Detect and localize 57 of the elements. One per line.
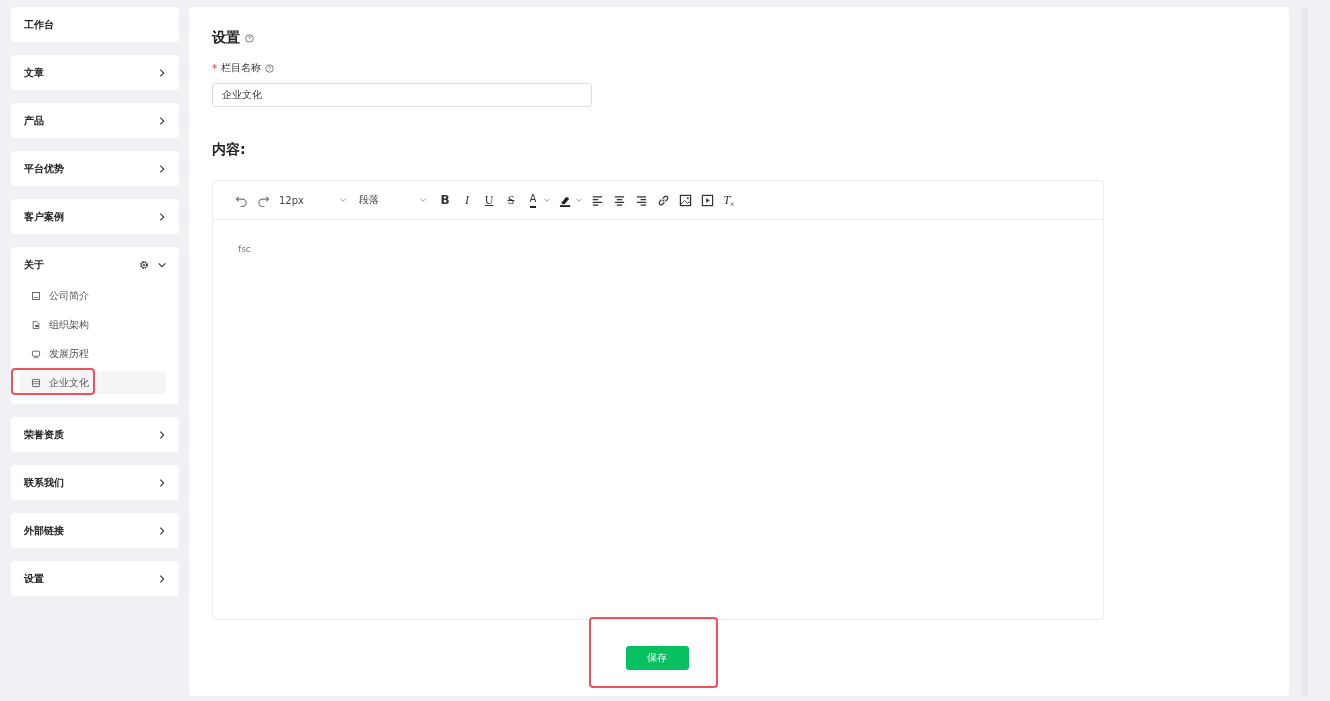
- align-right-icon: [634, 193, 648, 207]
- menu-item[interactable]: 客户案例: [24, 209, 149, 224]
- section-title: 内容:: [212, 141, 247, 159]
- caret-icon: [419, 196, 427, 204]
- menu-item[interactable]: 平台优势: [24, 161, 149, 176]
- name-field[interactable]: 企业文化: [212, 83, 592, 107]
- chevron-icon[interactable]: [157, 67, 167, 78]
- caret-icon: [543, 196, 551, 204]
- monitor-icon: [31, 348, 41, 359]
- menu-item[interactable]: 关于: [24, 257, 131, 272]
- menu-item[interactable]: 文章: [24, 65, 149, 80]
- help-icon: [245, 33, 254, 43]
- menu-item[interactable]: 联系我们: [24, 475, 149, 490]
- chevron-icon[interactable]: [157, 115, 167, 126]
- clear-format-button[interactable]: T×: [721, 191, 737, 209]
- section-title: 设置: [212, 29, 240, 47]
- chevron-icon[interactable]: [157, 573, 167, 584]
- menu-item[interactable]: 荣誉资质: [24, 427, 149, 442]
- underline-button[interactable]: U: [481, 191, 497, 209]
- help-icon: [265, 63, 274, 73]
- italic-button[interactable]: I: [459, 191, 475, 209]
- font-color-button[interactable]: A: [525, 191, 541, 209]
- menu-item[interactable]: 设置: [24, 571, 149, 586]
- toolbar-dropdown[interactable]: 段落: [357, 191, 431, 209]
- chevron-icon[interactable]: [157, 477, 167, 488]
- align-left-icon: [590, 193, 604, 207]
- align-center-icon: [612, 193, 626, 207]
- list-icon: [31, 377, 41, 388]
- strike-button[interactable]: S: [503, 191, 519, 209]
- bold-button[interactable]: B: [437, 191, 453, 209]
- caret-icon: [339, 196, 347, 204]
- toolbar-dropdown[interactable]: 12px: [277, 191, 351, 209]
- editor-text[interactable]: fsc: [238, 244, 251, 254]
- submenu-item[interactable]: 组织架构: [20, 313, 166, 336]
- chevron-icon[interactable]: [157, 211, 167, 222]
- submenu-item[interactable]: 发展历程: [20, 342, 166, 365]
- document-icon: [31, 290, 41, 301]
- gear-icon[interactable]: [139, 259, 149, 270]
- chevron-icon[interactable]: [157, 429, 167, 440]
- submenu-label: 发展历程: [49, 346, 89, 361]
- menu-item[interactable]: 产品: [24, 113, 149, 128]
- submenu-label: 组织架构: [49, 317, 89, 332]
- chevron-icon[interactable]: [157, 525, 167, 536]
- submenu-item[interactable]: 企业文化: [20, 371, 166, 394]
- menu-item[interactable]: 外部链接: [24, 523, 149, 538]
- submenu-label: 企业文化: [49, 375, 89, 390]
- submenu-item[interactable]: 公司简介: [20, 284, 166, 307]
- video-icon: [700, 193, 714, 207]
- image-icon: [678, 193, 692, 207]
- file-icon: [31, 319, 41, 330]
- field-label: 栏目名称: [221, 61, 261, 75]
- submenu-label: 公司简介: [49, 288, 89, 303]
- link-icon: [656, 193, 670, 207]
- caret-icon: [575, 196, 583, 204]
- chevron-icon[interactable]: [157, 163, 167, 174]
- menu-item[interactable]: 工作台: [24, 17, 167, 32]
- required-mark: *: [212, 62, 217, 74]
